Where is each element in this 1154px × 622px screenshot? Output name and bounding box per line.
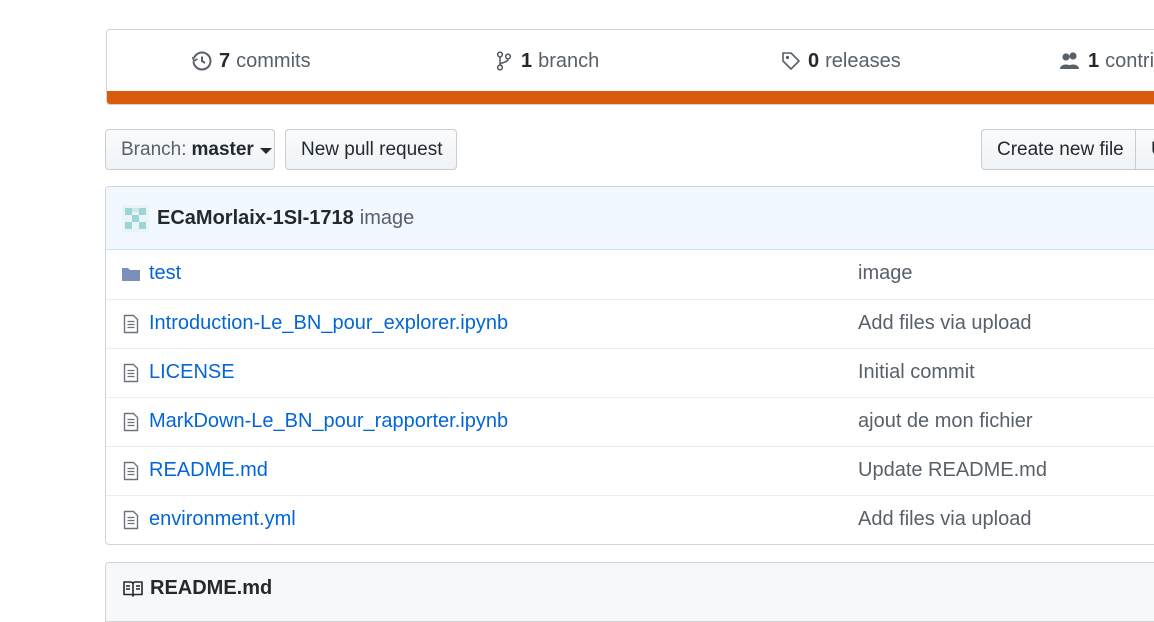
branches-link[interactable]: 1 branch: [493, 48, 599, 74]
contributors-label: contri: [1105, 49, 1154, 72]
file-commit-message-link[interactable]: Initial commit: [858, 361, 975, 384]
repo-summary: 7 commits 1 branch 0 releases 1 contri: [106, 29, 1154, 105]
file-row[interactable]: test image: [106, 250, 1154, 300]
readme-box: README.md: [105, 562, 1154, 622]
commit-message-link[interactable]: image: [360, 207, 414, 230]
file-commit-message-link[interactable]: image: [858, 262, 912, 285]
file-name-link[interactable]: MarkDown-Le_BN_pour_rapporter.ipynb: [149, 410, 508, 433]
chevron-down-icon: [259, 147, 272, 154]
file-row[interactable]: MarkDown-Le_BN_pour_rapporter.ipynb ajout…: [106, 398, 1154, 447]
file-navigation-table: ECaMorlaix-1SI-1718 image test image Intro…: [105, 186, 1154, 545]
releases-label: releases: [825, 49, 901, 72]
releases-link[interactable]: 0 releases: [780, 48, 901, 74]
file-commit-message-link[interactable]: Add files via upload: [858, 312, 1031, 335]
file-commit-message-link[interactable]: ajout de mon fichier: [858, 410, 1033, 433]
branch-select-button[interactable]: Branch: master: [105, 129, 275, 170]
file-icon: [121, 314, 141, 334]
people-icon: [1058, 50, 1082, 72]
book-icon: [122, 578, 144, 600]
latest-commit-bar: ECaMorlaix-1SI-1718 image: [106, 187, 1154, 250]
file-icon: [121, 363, 141, 383]
file-row[interactable]: environment.yml Add files via upload: [106, 496, 1154, 544]
branch-prefix: Branch:: [121, 138, 187, 160]
git-branch-icon: [493, 50, 515, 72]
file-name-link[interactable]: LICENSE: [149, 361, 235, 384]
language-bar[interactable]: [107, 91, 1154, 104]
file-row[interactable]: README.md Update README.md: [106, 447, 1154, 496]
commit-author-link[interactable]: ECaMorlaix-1SI-1718: [157, 207, 354, 230]
file-name-link[interactable]: test: [149, 262, 181, 285]
commits-label: commits: [236, 49, 311, 72]
file-icon: [121, 461, 141, 481]
folder-icon: [121, 264, 141, 284]
contributors-link[interactable]: 1 contri: [1058, 48, 1154, 74]
releases-count: 0: [808, 49, 820, 72]
file-name-link[interactable]: environment.yml: [149, 508, 296, 531]
file-name-link[interactable]: README.md: [149, 459, 268, 482]
file-icon: [121, 412, 141, 432]
upload-files-button[interactable]: U: [1135, 129, 1154, 170]
branches-label: branch: [538, 49, 600, 72]
file-list: test image Introduction-Le_BN_pour_explore…: [106, 250, 1154, 544]
tag-icon: [780, 50, 802, 72]
branches-count: 1: [521, 49, 533, 72]
file-icon: [121, 510, 141, 530]
file-commit-message-link[interactable]: Add files via upload: [858, 508, 1031, 531]
branch-name: master: [191, 138, 254, 160]
readme-title: README.md: [150, 577, 273, 599]
history-icon: [191, 50, 213, 72]
file-row[interactable]: Introduction-Le_BN_pour_explorer.ipynb Ad…: [106, 300, 1154, 349]
readme-header: README.md: [122, 577, 272, 600]
new-pull-request-button[interactable]: New pull request: [285, 129, 457, 170]
file-commit-message-link[interactable]: Update README.md: [858, 459, 1047, 482]
file-row[interactable]: LICENSE Initial commit: [106, 349, 1154, 398]
avatar[interactable]: [122, 204, 149, 232]
commits-link[interactable]: 7 commits: [191, 48, 311, 74]
file-name-link[interactable]: Introduction-Le_BN_pour_explorer.ipynb: [149, 312, 508, 335]
contributors-count: 1: [1088, 49, 1100, 72]
create-new-file-button[interactable]: Create new file: [981, 129, 1136, 170]
commits-count: 7: [219, 49, 231, 72]
